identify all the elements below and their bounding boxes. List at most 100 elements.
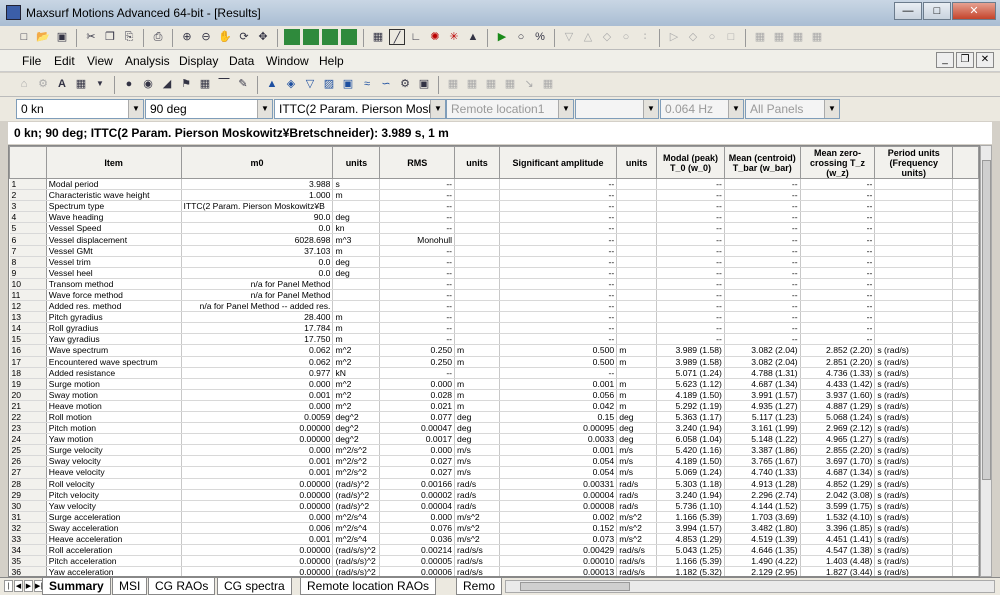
table-cell[interactable]: 2.969 (2.12)	[800, 422, 876, 435]
disabled-tool-icon-2[interactable]: △	[580, 29, 596, 45]
chevron-down-icon[interactable]: ▼	[128, 100, 143, 118]
table-cell[interactable]: m/s^2	[616, 522, 658, 535]
table-cell[interactable]: 5.068 (1.24)	[800, 411, 876, 424]
disabled-tool-icon-8[interactable]: ○	[704, 29, 720, 45]
table-cell[interactable]: 5.148 (1.22)	[724, 433, 801, 446]
table-row[interactable]: 36 Yaw acceleration 0.00000 (rad/s/s)^2 0.00…	[9, 566, 979, 576]
table-cell[interactable]: rad/s/s	[616, 566, 658, 576]
table-cell[interactable]: Vessel trim	[46, 256, 182, 268]
table-cell[interactable]: --	[724, 267, 801, 279]
table-cell[interactable]: Wave heading	[46, 211, 182, 224]
table-cell[interactable]	[616, 245, 658, 257]
row-number[interactable]: 11	[9, 289, 47, 302]
tab-summary[interactable]: Summary	[42, 578, 111, 595]
frequency-select[interactable]: 0.064 Hz ▼	[660, 99, 744, 119]
table-cell[interactable]: Vessel heel	[46, 267, 182, 279]
table-cell[interactable]: 3.599 (1.75)	[800, 500, 876, 512]
pencil-icon[interactable]: ✎	[235, 76, 251, 92]
row-number[interactable]: 30	[9, 500, 47, 512]
copy-icon[interactable]: ❐	[102, 29, 118, 45]
prev-tab-icon[interactable]: ◀	[14, 580, 23, 592]
table-cell[interactable]: n/a for Panel Method	[181, 289, 334, 302]
grid-icon-1[interactable]: ▦	[752, 29, 768, 45]
table-cell[interactable]: m/s^2	[454, 533, 500, 546]
minimize-button[interactable]: —	[894, 2, 922, 20]
grid-icon[interactable]: ▦	[197, 76, 213, 92]
row-number[interactable]: 10	[9, 278, 47, 290]
table-cell[interactable]: --	[656, 222, 725, 235]
table-cell[interactable]: n/a for Panel Method -- added res.	[181, 300, 334, 313]
table-cell[interactable]	[454, 367, 500, 379]
rotate-icon[interactable]: ⟳	[236, 29, 252, 45]
table-cell[interactable]: --	[800, 189, 876, 202]
table-cell[interactable]: 4.788 (1.31)	[724, 367, 801, 379]
table-cell[interactable]: Yaw acceleration	[46, 566, 182, 576]
table-cell[interactable]	[874, 189, 954, 202]
table-cell[interactable]: s (rad/s)	[874, 466, 954, 479]
table-cell[interactable]: 0.00000	[181, 433, 334, 446]
table-cell[interactable]: m^2	[332, 344, 381, 357]
table-cell[interactable]: 0.500	[499, 356, 618, 368]
table-cell[interactable]: 3.240 (1.94)	[656, 422, 725, 435]
table-cell[interactable]: --	[379, 178, 456, 191]
table-cell[interactable]: --	[800, 267, 876, 279]
table-cell[interactable]: ITTC(2 Param. Pierson Moskowitz¥B	[181, 200, 334, 213]
table-cell[interactable]: 4.189 (1.50)	[656, 455, 725, 468]
table-cell[interactable]: 0.001	[181, 455, 334, 468]
table-cell[interactable]: 3.994 (1.57)	[656, 522, 725, 535]
table-cell[interactable]: (rad/s/s)^2	[332, 555, 381, 568]
table-cell[interactable]: --	[800, 322, 876, 335]
table-cell[interactable]: Roll velocity	[46, 478, 182, 490]
table-cell[interactable]: Yaw gyradius	[46, 333, 182, 346]
table-cell[interactable]: --	[724, 256, 801, 268]
table-cell[interactable]: 3.765 (1.67)	[724, 455, 801, 468]
table-cell[interactable]: s (rad/s)	[874, 566, 954, 576]
table-cell[interactable]: 0.00429	[499, 544, 618, 557]
row-number[interactable]: 33	[9, 533, 47, 546]
table-cell[interactable]: --	[800, 211, 876, 224]
table-cell[interactable]: 5.623 (1.12)	[656, 378, 725, 390]
table-cell[interactable]: --	[379, 322, 456, 335]
table-cell[interactable]: deg	[332, 211, 381, 224]
table-cell[interactable]: --	[499, 245, 618, 257]
table-cell[interactable]	[874, 300, 954, 313]
table-cell[interactable]: 3.937 (1.60)	[800, 389, 876, 401]
table-cell[interactable]	[616, 178, 658, 191]
table-cell[interactable]: Yaw motion	[46, 433, 182, 446]
row-number[interactable]: 5	[9, 222, 47, 235]
menu-edit[interactable]: Edit	[54, 54, 75, 68]
table-cell[interactable]: m/s^2	[454, 511, 500, 523]
table-cell[interactable]: 1.827 (3.44)	[800, 566, 876, 576]
menu-help[interactable]: Help	[319, 54, 344, 68]
table-cell[interactable]: 0.00005	[379, 555, 456, 568]
table-cell[interactable]: --	[724, 311, 801, 324]
table-row[interactable]: 6 Vessel displacement 6028.698 m^3 Monohull -…	[9, 233, 979, 246]
column-header[interactable]: units	[454, 146, 500, 179]
table-cell[interactable]	[874, 289, 954, 302]
row-number[interactable]: 18	[9, 367, 47, 379]
table-cell[interactable]: s (rad/s)	[874, 400, 954, 412]
table-cell[interactable]: --	[656, 278, 725, 290]
table-cell[interactable]: m	[332, 333, 381, 346]
grid-icon-4[interactable]: ▦	[809, 29, 825, 45]
row-number[interactable]: 27	[9, 466, 47, 479]
table-cell[interactable]	[454, 245, 500, 257]
table-cell[interactable]: s (rad/s)	[874, 489, 954, 501]
table-cell[interactable]: s (rad/s)	[874, 344, 954, 357]
tab-cg-spectra[interactable]: CG spectra	[217, 578, 292, 595]
line-icon[interactable]: ⎺	[216, 76, 232, 92]
table-cell[interactable]: Transom method	[46, 278, 182, 290]
menu-view[interactable]: View	[87, 54, 113, 68]
table-row[interactable]: 3 Spectrum type ITTC(2 Param. Pierson Mosk…	[9, 200, 979, 213]
mdi-minimize-button[interactable]: _	[936, 52, 954, 68]
table-row[interactable]: 9 Vessel heel 0.0 deg -- -- -- -- --	[9, 267, 979, 279]
table-cell[interactable]: 0.00000	[181, 489, 334, 501]
table-cell[interactable]: 0.062	[181, 356, 334, 368]
table-cell[interactable]: --	[656, 256, 725, 268]
table-cell[interactable]: 4.646 (1.35)	[724, 544, 801, 557]
table-cell[interactable]: s (rad/s)	[874, 422, 954, 435]
row-number[interactable]: 25	[9, 444, 47, 457]
row-number[interactable]: 1	[9, 178, 47, 191]
row-number[interactable]: 36	[9, 566, 47, 576]
table-cell[interactable]: 2.851 (2.20)	[800, 356, 876, 368]
